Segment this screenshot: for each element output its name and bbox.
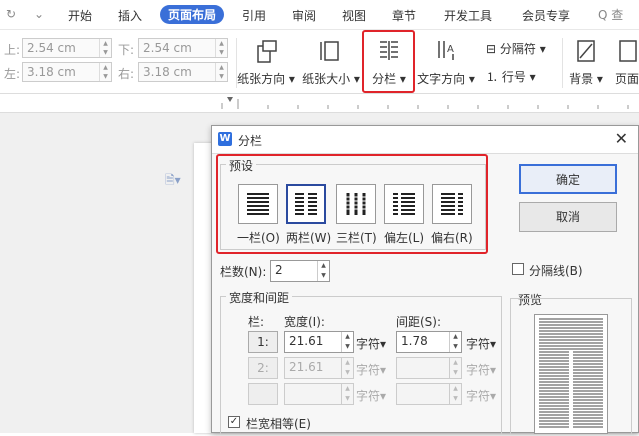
background-label: 背景 ▾ bbox=[569, 72, 603, 86]
tab-section[interactable]: 章节 bbox=[392, 7, 416, 24]
equal-width-label: 栏宽相等(E) bbox=[246, 417, 311, 431]
dialog-title: 分栏 bbox=[238, 134, 263, 148]
preset-highlight bbox=[216, 154, 488, 254]
ruler-ticks bbox=[221, 97, 629, 109]
separator-label: 分隔线(B) bbox=[529, 264, 583, 278]
dialog-titlebar: W 分栏 ✕ bbox=[212, 126, 638, 154]
margin-right-label: 右: bbox=[118, 67, 135, 81]
spacing-unit-3: 字符▾ bbox=[466, 389, 497, 403]
redo-icon[interactable]: ↻ bbox=[6, 7, 16, 21]
width-unit-1[interactable]: 字符▾ bbox=[356, 335, 386, 352]
col-index-1: 1: bbox=[248, 331, 278, 353]
page-border-button[interactable]: 页面 bbox=[608, 30, 639, 90]
col-index-2: 2: bbox=[248, 357, 278, 379]
tab-references[interactable]: 引用 bbox=[242, 7, 266, 24]
columns-dialog: W 分栏 ✕ 预设 一栏(O) 两栏(W) 三栏(T) 偏左(L) 偏右(R) … bbox=[211, 125, 639, 434]
width-header: 宽度(I): bbox=[284, 315, 325, 329]
equal-width-checkbox[interactable]: ✓ bbox=[228, 416, 240, 428]
tab-member[interactable]: 会员专享 bbox=[522, 7, 570, 24]
width-unit-3: 字符▾ bbox=[356, 389, 387, 403]
width-input-1[interactable]: 21.61 ▲ ▼ bbox=[284, 331, 354, 353]
columns-count-label: 栏数(N): bbox=[220, 265, 267, 279]
page-border-label: 页面 bbox=[615, 72, 639, 86]
chevron-down-icon[interactable]: ⌄ bbox=[34, 7, 44, 21]
margin-left-row: 左: 3.18 cm ▲ ▼ 右: 3.18 cm ▲ ▼ bbox=[4, 62, 234, 84]
paper-size-button[interactable]: 纸张大小 ▾ bbox=[300, 30, 362, 90]
text-direction-button[interactable]: A 文字方向 ▾ bbox=[416, 30, 476, 90]
paper-size-icon bbox=[320, 41, 339, 61]
spacing-header: 间距(S): bbox=[396, 315, 442, 329]
page-border-icon bbox=[619, 40, 637, 62]
page-orientation-icon bbox=[257, 40, 277, 63]
paragraph-icon[interactable]: 🗎▾ bbox=[165, 171, 181, 192]
col-header: 栏: bbox=[248, 315, 265, 329]
width-unit-2: 字符▾ bbox=[356, 363, 387, 377]
margin-left-input[interactable]: 3.18 cm ▲ ▼ bbox=[22, 62, 112, 82]
tab-page-layout[interactable]: 页面布局 bbox=[160, 5, 225, 24]
width-input-3: ▲ ▼ bbox=[284, 383, 354, 405]
ribbon: 上: 2.54 cm ▲ ▼ 下: 2.54 cm ▲ ▼ 左: 3.18 cm ▲ ▼ 右… bbox=[0, 30, 639, 94]
preview-columns bbox=[539, 318, 603, 428]
line-number-icon: ⒈ bbox=[486, 70, 499, 84]
width-spacing-title: 宽度和间距 bbox=[226, 289, 293, 306]
margin-top-input[interactable]: 2.54 cm ▲ ▼ bbox=[22, 38, 112, 58]
tab-review[interactable]: 审阅 bbox=[292, 7, 316, 24]
margin-top-label: 上: bbox=[4, 43, 21, 57]
ruler bbox=[0, 95, 639, 113]
text-direction-icon: A bbox=[438, 41, 454, 60]
separator-checkbox[interactable] bbox=[512, 263, 524, 275]
margin-bottom-label: 下: bbox=[118, 43, 135, 57]
cancel-button[interactable]: 取消 bbox=[519, 202, 617, 232]
search-button[interactable]: Q 查 bbox=[598, 6, 623, 23]
svg-text:A: A bbox=[447, 44, 454, 55]
tab-view[interactable]: 视图 bbox=[342, 7, 366, 24]
preview-page bbox=[534, 314, 608, 434]
tab-insert[interactable]: 插入 bbox=[118, 7, 142, 24]
margin-bottom-input[interactable]: 2.54 cm ▲ ▼ bbox=[138, 38, 228, 58]
text-direction-label: 文字方向 ▾ bbox=[417, 72, 475, 86]
page-break-icon: ⊟ bbox=[486, 42, 497, 56]
page-break-button[interactable]: ⊟ 分隔符 ▾ bbox=[486, 40, 546, 57]
margin-top-row: 上: 2.54 cm ▲ ▼ 下: 2.54 cm ▲ ▼ bbox=[4, 38, 234, 60]
spacing-unit-1[interactable]: 字符▾ bbox=[466, 335, 496, 352]
background-button[interactable]: 背景 ▾ bbox=[566, 30, 606, 90]
paper-size-label: 纸张大小 ▾ bbox=[302, 72, 360, 86]
columns-count-input[interactable]: 2 ▲ ▼ bbox=[270, 260, 330, 282]
menu-bar: ↻ ⌄ 开始 插入 页面布局 引用 审阅 视图 章节 开发工具 会员专享 Q 查 bbox=[0, 0, 639, 30]
line-number-button[interactable]: ⒈ 行号 ▾ bbox=[486, 68, 536, 85]
close-icon[interactable]: ✕ bbox=[615, 129, 628, 148]
spacing-input-3: ▲ ▼ bbox=[396, 383, 462, 405]
margin-right-input[interactable]: 3.18 cm ▲ ▼ bbox=[138, 62, 228, 82]
col-index-3 bbox=[248, 383, 278, 405]
spacing-unit-2: 字符▾ bbox=[466, 363, 497, 377]
background-icon bbox=[577, 40, 595, 62]
width-input-2: 21.61 ▲ ▼ bbox=[284, 357, 354, 379]
columns-highlight bbox=[362, 30, 415, 93]
orientation-label: 纸张方向 ▾ bbox=[237, 72, 295, 86]
tab-start[interactable]: 开始 bbox=[68, 7, 92, 24]
spacing-input-2: ▲ ▼ bbox=[396, 357, 462, 379]
spacing-input-1[interactable]: 1.78 ▲ ▼ bbox=[396, 331, 462, 353]
tab-developer[interactable]: 开发工具 bbox=[444, 7, 492, 24]
wps-logo-icon: W bbox=[218, 132, 232, 146]
margin-left-label: 左: bbox=[4, 67, 21, 81]
ok-button[interactable]: 确定 bbox=[519, 164, 617, 194]
orientation-button[interactable]: 纸张方向 ▾ bbox=[234, 30, 298, 90]
